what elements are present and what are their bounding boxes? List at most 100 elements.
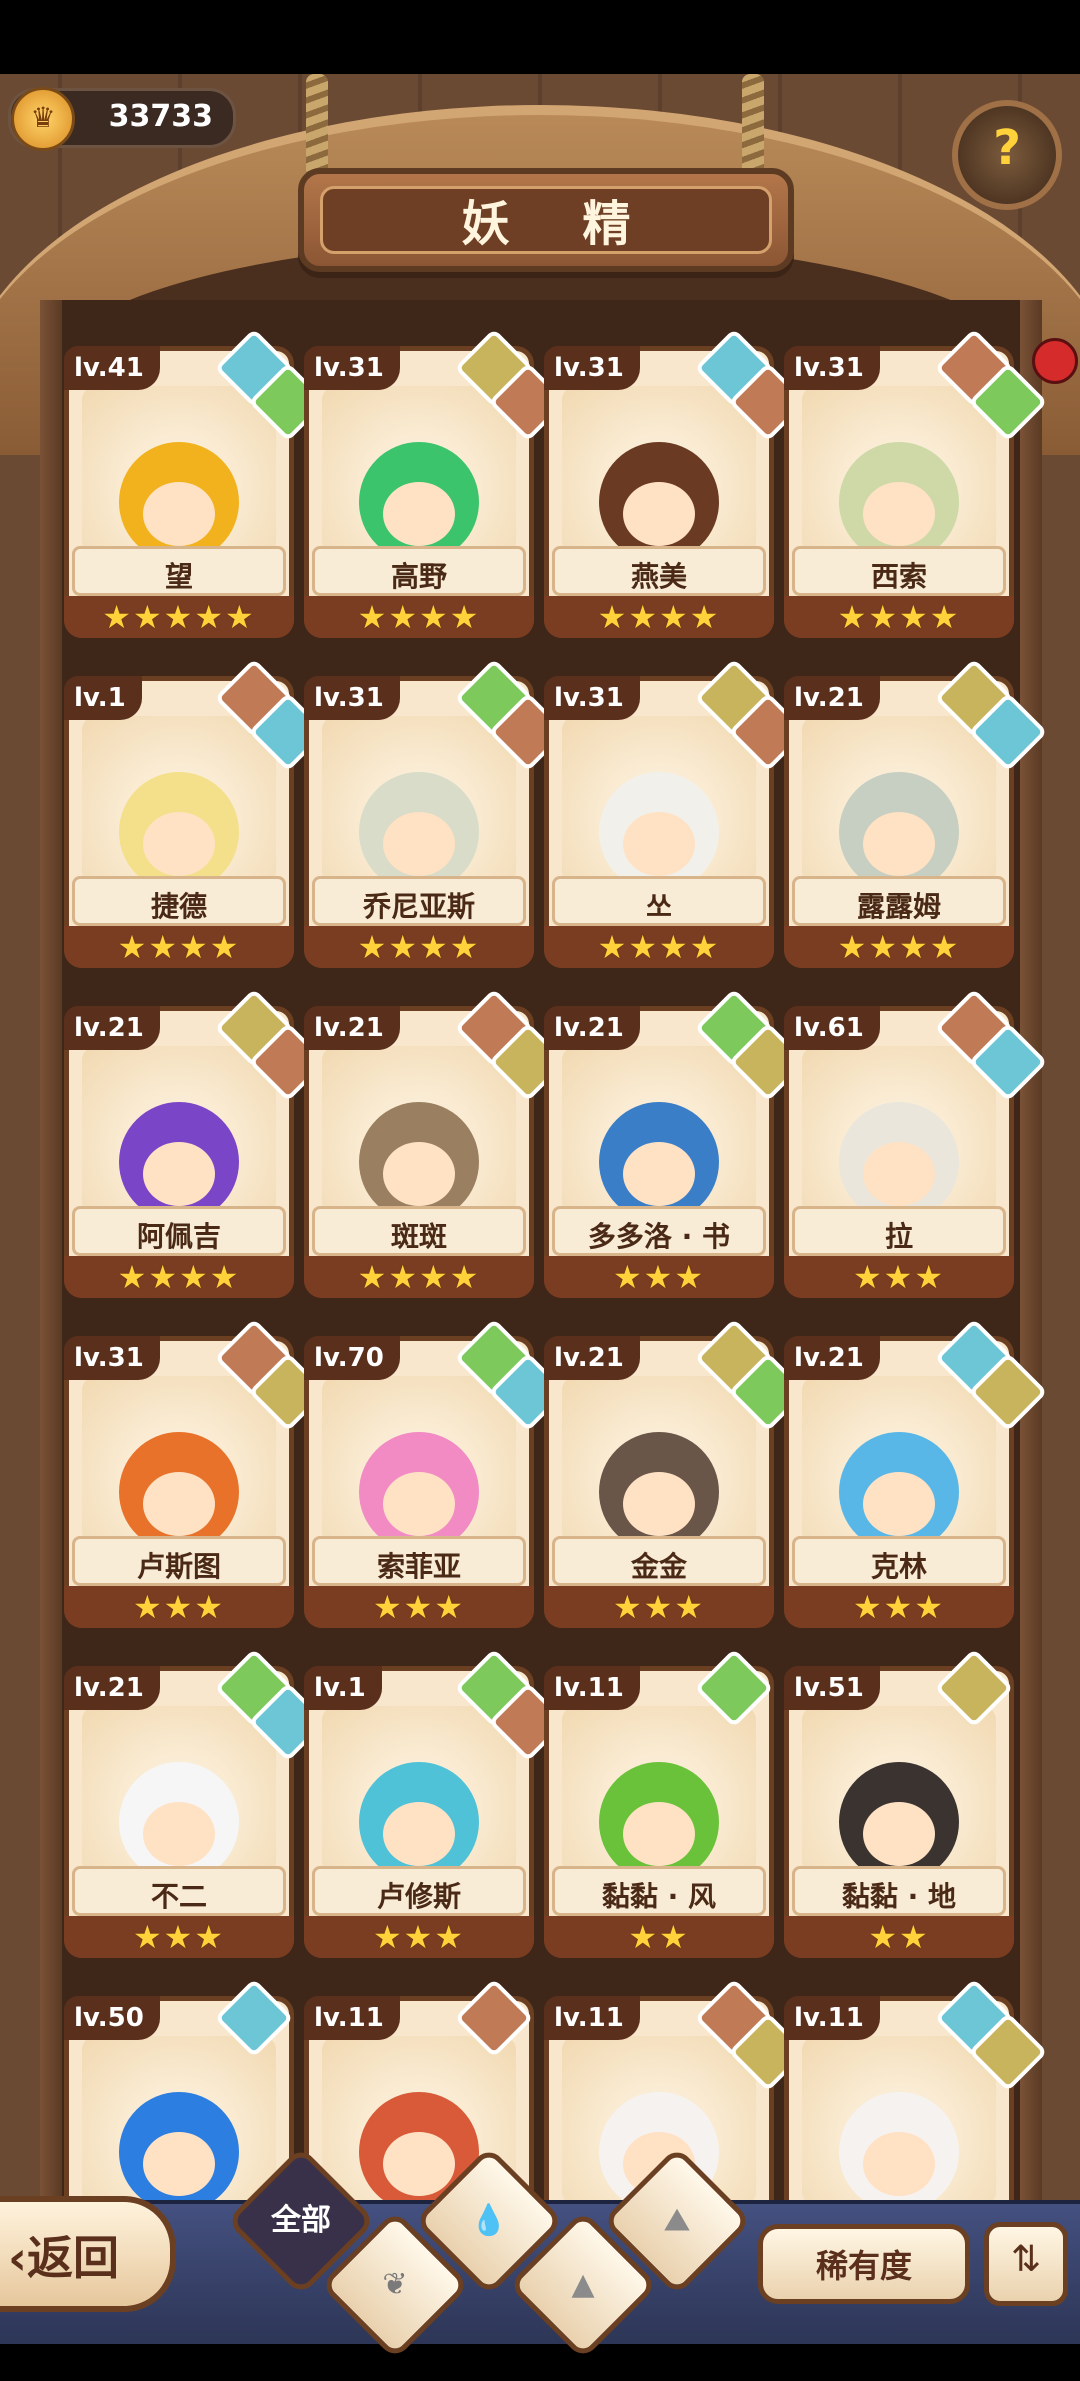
- level-badge: lv.31: [304, 346, 400, 390]
- star-rating: ★★★★: [597, 598, 721, 636]
- name-ribbon: 黏黏 · 风: [552, 1866, 766, 1916]
- fairy-card[interactable]: lv.1 捷德 ★★★★: [64, 658, 328, 968]
- fairy-card[interactable]: lv.11 黏黏 · 风 ★★: [544, 1648, 774, 1958]
- character-portrait: [119, 1102, 239, 1222]
- fairy-card[interactable]: lv.21 不二 ★★★: [64, 1648, 328, 1958]
- fairy-name: 쏘: [646, 890, 672, 923]
- card-art: [82, 1376, 276, 1552]
- level-badge: lv.1: [64, 676, 142, 720]
- fairy-name: 露露姆: [856, 890, 941, 923]
- card-art: [562, 716, 756, 892]
- rarity-sort-button[interactable]: 稀有度: [758, 2224, 970, 2304]
- stars-bar: ★★★★: [304, 1256, 534, 1298]
- character-face: [623, 1142, 695, 1206]
- fairy-name: 燕美: [630, 560, 687, 593]
- fairy-card[interactable]: lv.21 露露姆 ★★★★: [784, 658, 1048, 968]
- stars-bar: ★★★: [64, 1586, 294, 1628]
- level-badge: lv.11: [544, 1996, 640, 2040]
- fairy-card[interactable]: lv.31 쏘 ★★★★: [544, 658, 808, 968]
- fairy-card[interactable]: lv.21 克林 ★★★: [784, 1318, 1048, 1628]
- character-face: [143, 482, 215, 546]
- character-portrait: [119, 1432, 239, 1552]
- fairy-card[interactable]: lv.70 索菲亚 ★★★: [304, 1318, 568, 1628]
- fairy-card[interactable]: lv.21 多多洛 · 书 ★★★: [544, 988, 808, 1298]
- name-ribbon: 쏘: [552, 876, 766, 926]
- character-face: [623, 1802, 695, 1866]
- character-portrait: [839, 772, 959, 892]
- character-portrait: [359, 1762, 479, 1882]
- character-portrait: [599, 772, 719, 892]
- character-portrait: [599, 1762, 719, 1882]
- character-face: [383, 812, 455, 876]
- fairy-card[interactable]: lv.41 望 ★★★★★: [64, 328, 328, 638]
- fairy-card[interactable]: lv.21 金金 ★★★: [544, 1318, 808, 1628]
- character-portrait: [599, 1432, 719, 1552]
- character-portrait: [839, 1762, 959, 1882]
- character-portrait: [359, 772, 479, 892]
- character-portrait: [119, 772, 239, 892]
- fairy-card[interactable]: lv.31 卢斯图 ★★★: [64, 1318, 328, 1628]
- name-ribbon: 燕美: [552, 546, 766, 596]
- level-badge: lv.21: [544, 1006, 640, 1050]
- fairy-card[interactable]: lv.31 燕美 ★★★★: [544, 328, 808, 638]
- card-art: [802, 716, 996, 892]
- name-ribbon: 斑斑: [312, 1206, 526, 1256]
- fairy-card[interactable]: lv.21 斑斑 ★★★★: [304, 988, 568, 1298]
- stars-bar: ★★★★: [784, 926, 1014, 968]
- character-portrait: [839, 1432, 959, 1552]
- water-icon: 💧: [470, 2203, 508, 2238]
- level-badge: lv.21: [544, 1336, 640, 1380]
- earth-icon: ▲: [571, 2267, 595, 2302]
- fairy-name: 克林: [870, 1550, 927, 1583]
- character-face: [383, 1142, 455, 1206]
- level-badge: lv.31: [544, 676, 640, 720]
- fairy-name: 不二: [150, 1880, 207, 1913]
- name-ribbon: 卢修斯: [312, 1866, 526, 1916]
- fairy-name: 高野: [390, 560, 447, 593]
- back-button[interactable]: ‹返回: [0, 2196, 176, 2312]
- card-art: [802, 2036, 996, 2212]
- character-face: [863, 1472, 935, 1536]
- character-face: [623, 812, 695, 876]
- character-portrait: [119, 442, 239, 562]
- level-badge: lv.21: [784, 676, 880, 720]
- character-face: [383, 1472, 455, 1536]
- star-rating: ★★★: [852, 1588, 946, 1626]
- filter-all-label: 全部: [271, 2203, 331, 2238]
- star-rating: ★★★★: [357, 598, 481, 636]
- character-portrait: [119, 2092, 239, 2212]
- fairy-name: 多多洛 · 书: [587, 1220, 731, 1253]
- character-face: [863, 1142, 935, 1206]
- star-rating: ★★★★: [357, 1258, 481, 1296]
- name-ribbon: 索菲亚: [312, 1536, 526, 1586]
- fairy-card[interactable]: lv.1 卢修斯 ★★★: [304, 1648, 568, 1958]
- stars-bar: ★★★: [304, 1586, 534, 1628]
- fairy-card[interactable]: lv.21 阿佩吉 ★★★★: [64, 988, 328, 1298]
- fairy-name: 西索: [870, 560, 927, 593]
- card-art: [562, 1046, 756, 1222]
- stars-bar: ★★★: [544, 1256, 774, 1298]
- character-portrait: [359, 442, 479, 562]
- fairy-card[interactable]: lv.61 拉 ★★★: [784, 988, 1048, 1298]
- level-badge: lv.11: [304, 1996, 400, 2040]
- fairy-name: 斑斑: [390, 1220, 447, 1253]
- star-rating: ★★★: [612, 1258, 706, 1296]
- character-face: [143, 2132, 215, 2196]
- level-badge: lv.70: [304, 1336, 400, 1380]
- stars-bar: ★★: [784, 1916, 1014, 1958]
- stars-bar: ★★★: [784, 1586, 1014, 1628]
- stars-bar: ★★: [544, 1916, 774, 1958]
- star-rating: ★★: [628, 1918, 690, 1956]
- character-face: [143, 1802, 215, 1866]
- star-rating: ★★★★: [117, 928, 241, 966]
- fairy-card[interactable]: lv.31 西索 ★★★★: [784, 328, 1048, 638]
- fairy-name: 拉: [884, 1220, 913, 1253]
- card-art: [82, 1706, 276, 1882]
- stars-bar: ★★★★★: [64, 596, 294, 638]
- fairy-card[interactable]: lv.31 高野 ★★★★: [304, 328, 568, 638]
- fairy-card[interactable]: lv.51 黏黏 · 地 ★★: [784, 1648, 1014, 1958]
- character-portrait: [839, 442, 959, 562]
- fairy-card[interactable]: lv.31 乔尼亚斯 ★★★★: [304, 658, 568, 968]
- stars-bar: ★★★★: [64, 1256, 294, 1298]
- sort-order-button[interactable]: ⇅: [984, 2222, 1068, 2306]
